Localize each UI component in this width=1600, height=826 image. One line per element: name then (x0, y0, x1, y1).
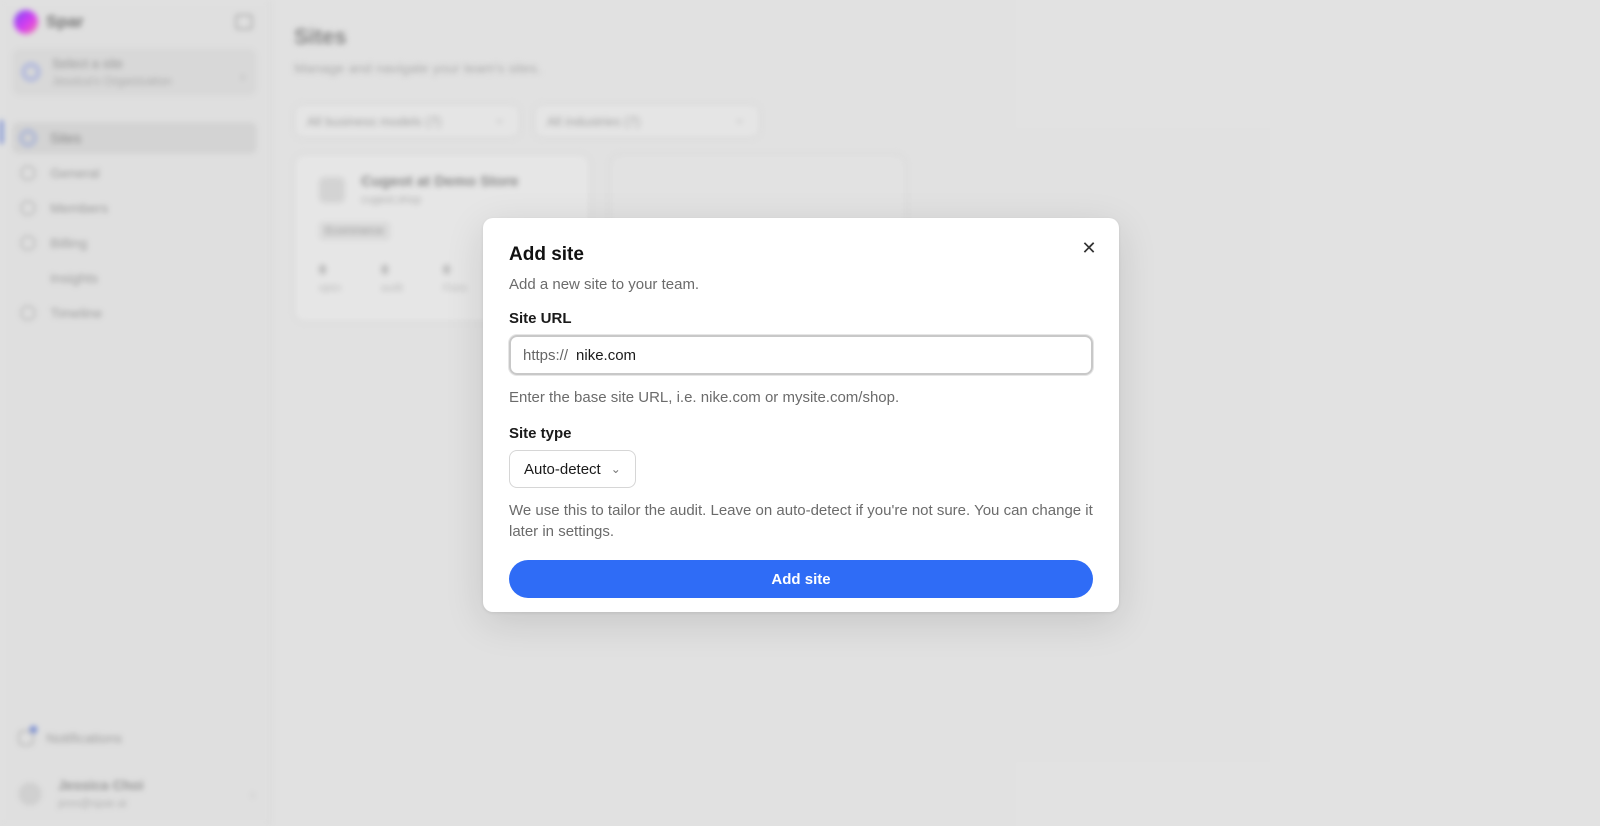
dialog-description: Add a new site to your team. (509, 276, 700, 293)
site-url-help: Enter the base site URL, i.e. nike.com o… (509, 389, 900, 406)
add-site-button[interactable]: Add site (509, 560, 1093, 598)
add-site-dialog: ✕ Add site Add a new site to your team. … (483, 218, 1119, 612)
close-icon[interactable]: ✕ (1077, 236, 1101, 260)
chevron-down-icon: ⌄ (610, 462, 621, 476)
site-url-field: https:// (509, 335, 1093, 375)
site-type-help: We use this to tailor the audit. Leave o… (509, 502, 1093, 540)
dialog-title: Add site (509, 244, 584, 265)
site-type-label: Site type (509, 425, 572, 442)
site-type-select[interactable]: Auto-detect ⌄ (509, 450, 636, 488)
site-url-input[interactable] (576, 346, 1079, 364)
url-prefix: https:// (523, 346, 569, 364)
site-type-value: Auto-detect (524, 460, 601, 478)
site-url-label: Site URL (509, 310, 572, 327)
